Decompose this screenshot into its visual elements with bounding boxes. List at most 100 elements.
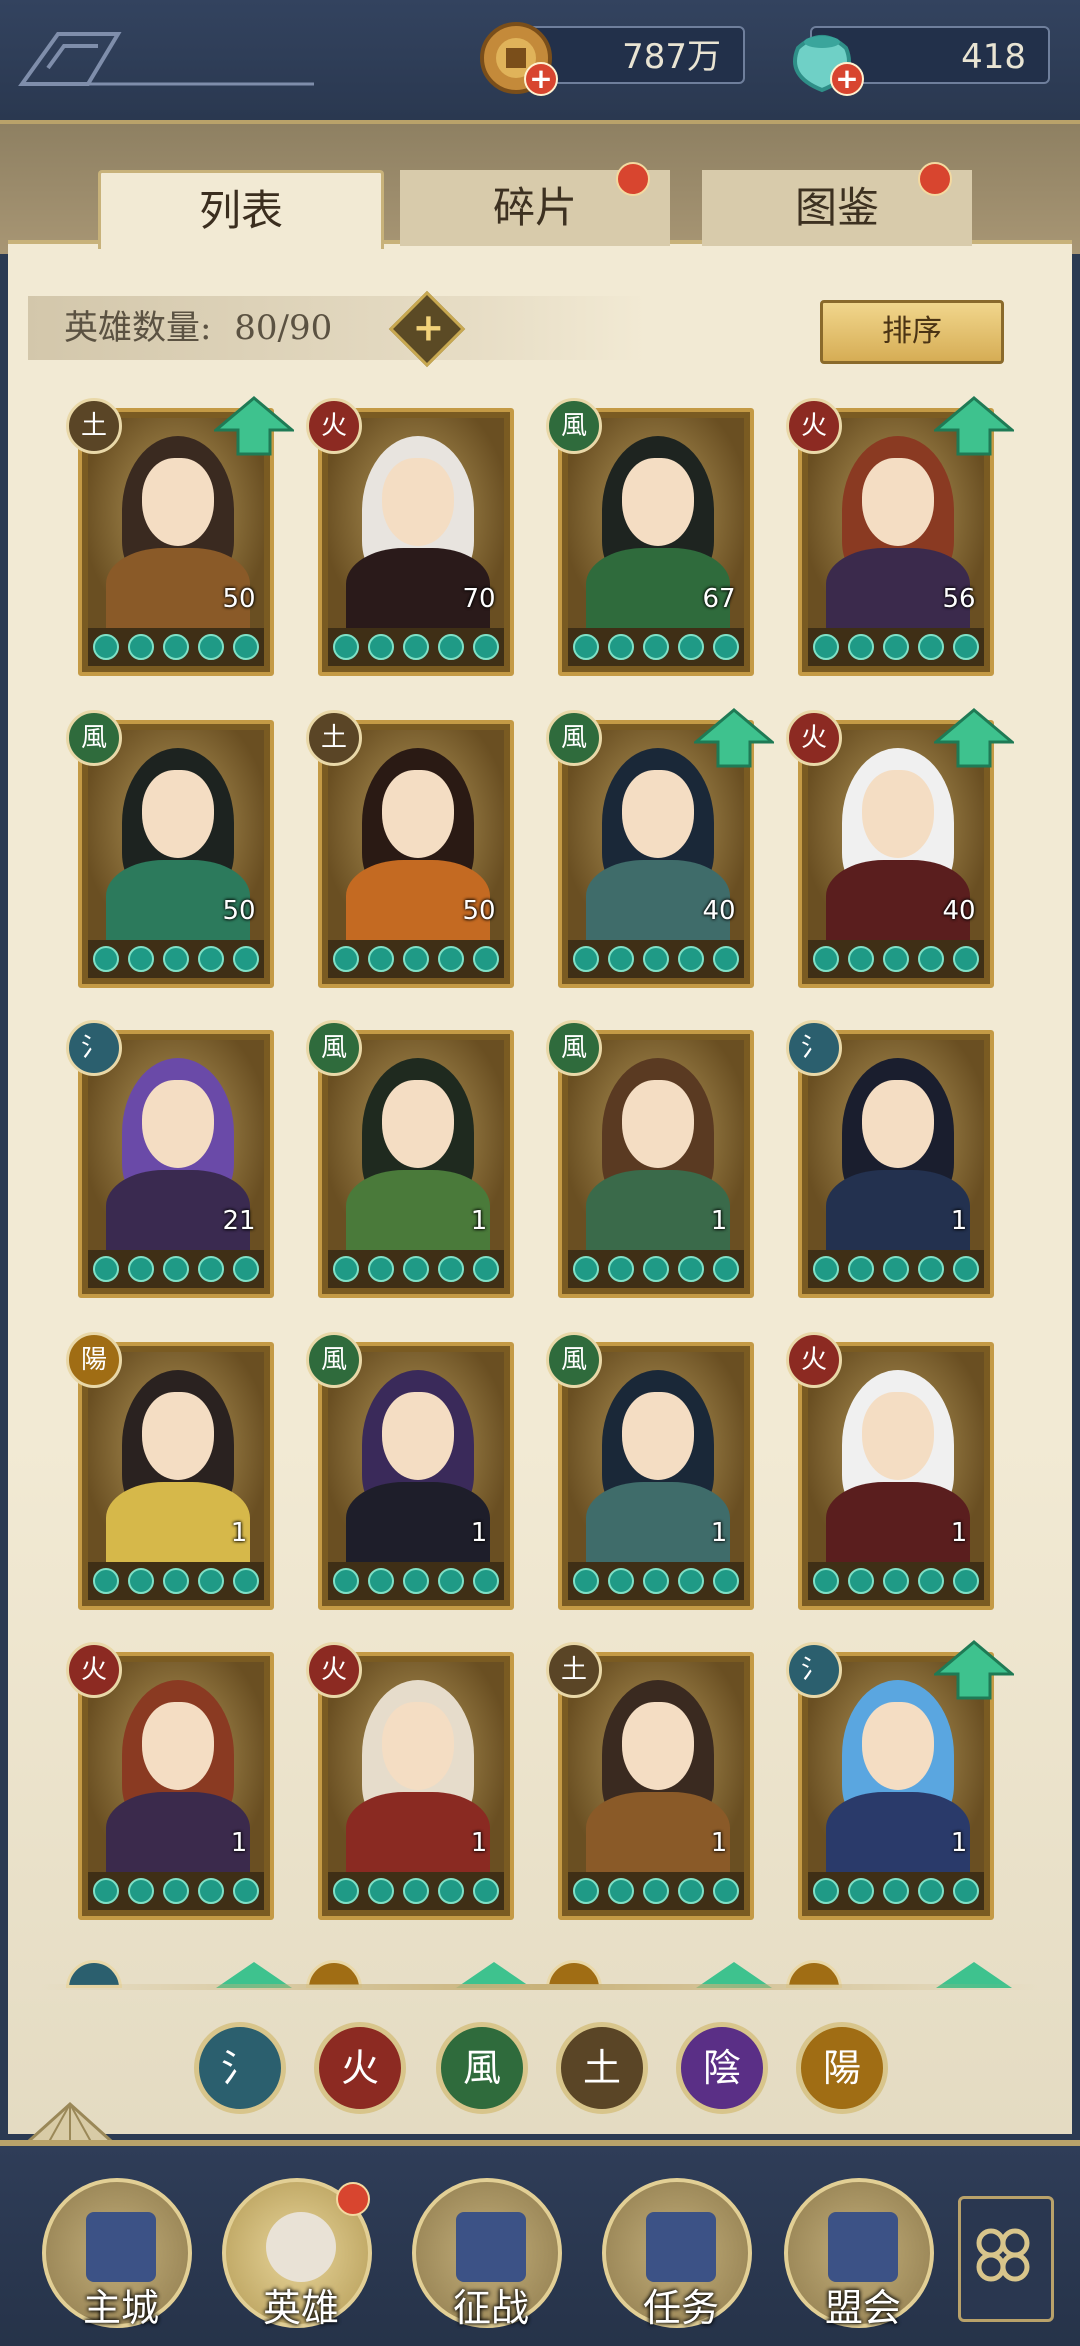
battle-icon	[456, 2212, 526, 2282]
jade-star-icon	[233, 1568, 260, 1594]
grid-bottom-divider	[40, 1984, 1040, 1990]
jade-star-icon	[92, 634, 119, 660]
jade-star-icon	[642, 946, 669, 972]
nav-alliance[interactable]: 盟会	[784, 2178, 934, 2330]
jade-star-icon	[847, 1878, 874, 1904]
hero-face	[622, 770, 694, 858]
nav-campaign[interactable]: 征战	[412, 2178, 562, 2330]
jade-star-icon	[332, 946, 359, 972]
bottom-navigation: 主城 英雄 征战 任务 盟会	[0, 2140, 1080, 2346]
hero-star-rank	[328, 1872, 504, 1910]
jade-star-icon	[678, 634, 705, 660]
clover-menu-icon	[976, 2228, 1030, 2282]
hero-level: 50	[216, 888, 262, 934]
hero-face	[862, 770, 934, 858]
jade-star-icon	[642, 1256, 669, 1282]
hero-face	[142, 1080, 214, 1168]
jade-star-icon	[642, 634, 669, 660]
wind-element-icon: 風	[306, 1332, 362, 1388]
hero-face	[622, 458, 694, 546]
hero-star-rank	[568, 1872, 744, 1910]
hero-level: 50	[216, 576, 262, 622]
city-gate-icon	[86, 2212, 156, 2282]
jade-star-icon	[882, 1568, 909, 1594]
jade-star-icon	[882, 1878, 909, 1904]
jade-star-icon	[607, 1568, 634, 1594]
jade-star-icon	[473, 1256, 500, 1282]
wind-element-icon: 風	[546, 710, 602, 766]
hero-face	[862, 1702, 934, 1790]
jade-star-icon	[438, 1568, 465, 1594]
jade-star-icon	[812, 1878, 839, 1904]
jade-star-icon	[678, 946, 705, 972]
hero-level: 67	[696, 576, 742, 622]
jade-star-icon	[162, 1568, 189, 1594]
nav-heroes[interactable]: 英雄	[222, 2178, 372, 2330]
jade-star-icon	[127, 1878, 154, 1904]
hero-star-rank	[88, 1872, 264, 1910]
jade-star-icon	[713, 1878, 740, 1904]
hero-face	[142, 458, 214, 546]
hero-level: 1	[936, 1198, 982, 1244]
jade-star-icon	[713, 1568, 740, 1594]
hero-grid: 50 土 70 火 67 風 56 火 50 風 50 土 40 風 40 火 21 氵 1 風 1 風 1 氵 1 陽 1 風 1 風 1…	[0, 0, 1080, 1990]
filter-earth-button[interactable]: 土	[556, 2022, 648, 2114]
jade-star-icon	[918, 946, 945, 972]
jade-star-icon	[438, 1256, 465, 1282]
hero-face	[382, 1702, 454, 1790]
jade-star-icon	[607, 1256, 634, 1282]
hero-level: 1	[936, 1820, 982, 1866]
water-element-icon: 氵	[786, 1642, 842, 1698]
filter-yin-button[interactable]: 陰	[676, 2022, 768, 2114]
filter-water-button[interactable]: 氵	[194, 2022, 286, 2114]
jade-star-icon	[882, 946, 909, 972]
hero-face	[142, 1392, 214, 1480]
hero-star-rank	[328, 628, 504, 666]
jade-star-icon	[438, 946, 465, 972]
hero-face	[142, 770, 214, 858]
jade-star-icon	[678, 1256, 705, 1282]
earth-element-icon: 土	[546, 1642, 602, 1698]
more-menu-button[interactable]	[958, 2196, 1054, 2322]
hero-star-rank	[568, 1562, 744, 1600]
jade-star-icon	[162, 946, 189, 972]
wind-element-icon: 風	[66, 710, 122, 766]
jade-star-icon	[607, 634, 634, 660]
hero-level: 40	[936, 888, 982, 934]
jade-star-icon	[402, 634, 429, 660]
jade-star-icon	[473, 1568, 500, 1594]
jade-star-icon	[678, 1568, 705, 1594]
filter-fire-button[interactable]: 火	[314, 2022, 406, 2114]
wind-element-icon: 風	[306, 1020, 362, 1076]
hero-level: 21	[216, 1198, 262, 1244]
jade-star-icon	[882, 634, 909, 660]
jade-star-icon	[642, 1568, 669, 1594]
filter-yang-button[interactable]: 陽	[796, 2022, 888, 2114]
jade-star-icon	[607, 1878, 634, 1904]
fire-element-icon: 火	[306, 398, 362, 454]
hero-star-rank	[88, 1250, 264, 1288]
nav-campaign-label: 征战	[452, 2286, 529, 2330]
filter-wind-button[interactable]: 風	[436, 2022, 528, 2114]
hero-face	[382, 458, 454, 546]
jade-star-icon	[198, 1878, 225, 1904]
jade-star-icon	[847, 946, 874, 972]
hero-level: 50	[456, 888, 502, 934]
jade-star-icon	[162, 634, 189, 660]
hero-face	[142, 1702, 214, 1790]
hero-level: 1	[216, 1820, 262, 1866]
hero-level: 1	[456, 1198, 502, 1244]
jade-star-icon	[402, 1878, 429, 1904]
jade-star-icon	[438, 634, 465, 660]
jade-star-icon	[367, 1568, 394, 1594]
jade-star-icon	[572, 946, 599, 972]
hero-level: 1	[456, 1820, 502, 1866]
hero-face	[622, 1392, 694, 1480]
jade-star-icon	[402, 946, 429, 972]
jade-star-icon	[607, 946, 634, 972]
nav-main-city[interactable]: 主城	[42, 2178, 192, 2330]
jade-star-icon	[127, 1256, 154, 1282]
hero-star-rank	[88, 628, 264, 666]
nav-quests[interactable]: 任务	[602, 2178, 752, 2330]
hero-face	[862, 1080, 934, 1168]
